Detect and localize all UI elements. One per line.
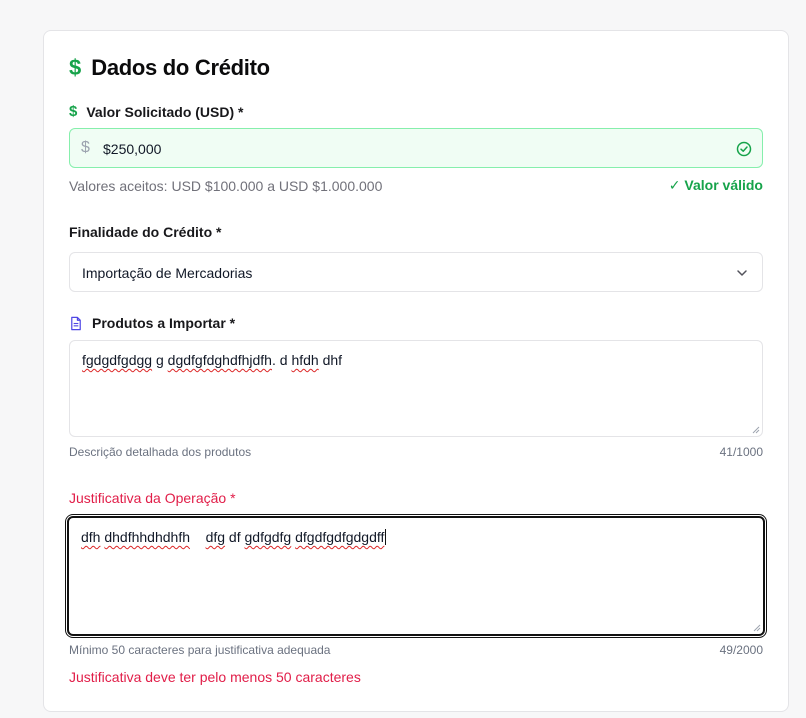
purpose-label: Finalidade do Crédito * [69,224,221,240]
dollar-icon: $ [69,55,82,80]
resize-handle[interactable] [753,624,761,632]
amount-label-text: Valor Solicitado (USD) * [86,103,244,120]
justification-text: dfh dhdfhhdhdhfh dfg df gdfgdfg dfgdfgdf… [81,529,387,545]
resize-handle[interactable] [752,426,760,434]
justification-char-count: 49/2000 [719,643,763,657]
products-label: Produtos a Importar * [69,315,235,331]
products-hint: Descrição detalhada dos produtos [69,445,252,459]
amount-value: $250,000 [103,141,162,157]
check-circle-icon [736,141,752,157]
justification-label: Justificativa da Operação * [69,490,236,506]
currency-prefix: $ [81,139,90,156]
dollar-icon: $ [69,103,78,120]
amount-range-hint: Valores aceitos: USD $100.000 a USD $1.0… [69,177,383,194]
document-icon [71,316,81,330]
products-helper-row: Descrição detalhada dos produtos 41/1000 [69,445,763,459]
purpose-label-text: Finalidade do Crédito * [69,224,222,240]
products-text: fgdgdfgdgg g dgdfgfdghdfhjdfh. d hfdh dh… [82,352,343,368]
products-char-count: 41/1000 [719,445,763,459]
purpose-selected-value: Importação de Mercadorias [82,265,253,281]
amount-helper-row: Valores aceitos: USD $100.000 a USD $1.0… [69,177,763,194]
justification-helper-row: Mínimo 50 caracteres para justificativa … [69,643,763,657]
section-title: Dados do Crédito [91,55,270,80]
chevron-down-icon [737,270,747,276]
amount-label: $ Valor Solicitado (USD) * [69,103,243,120]
products-textarea[interactable]: fgdgdfgdgg g dgdfgfdghdfhjdfh. d hfdh dh… [69,340,763,437]
justification-textarea[interactable]: dfh dhdfhhdhdhfh dfg df gdfgdfg dfgdfgdf… [67,516,765,636]
amount-input[interactable]: $ $250,000 [69,128,763,168]
products-label-text: Produtos a Importar * [92,315,236,331]
purpose-select[interactable]: Importação de Mercadorias [69,252,763,292]
justification-error-message: Justificativa deve ter pelo menos 50 car… [69,669,361,685]
card-header: $ Dados do Crédito [69,55,270,81]
justification-hint: Mínimo 50 caracteres para justificativa … [69,643,331,657]
justification-label-text: Justificativa da Operação * [69,490,236,506]
amount-valid-message: ✓ Valor válido [668,177,763,193]
credit-data-card: $ Dados do Crédito $ Valor Solicitado (U… [43,30,789,712]
justification-error-row: Justificativa deve ter pelo menos 50 car… [69,669,763,685]
